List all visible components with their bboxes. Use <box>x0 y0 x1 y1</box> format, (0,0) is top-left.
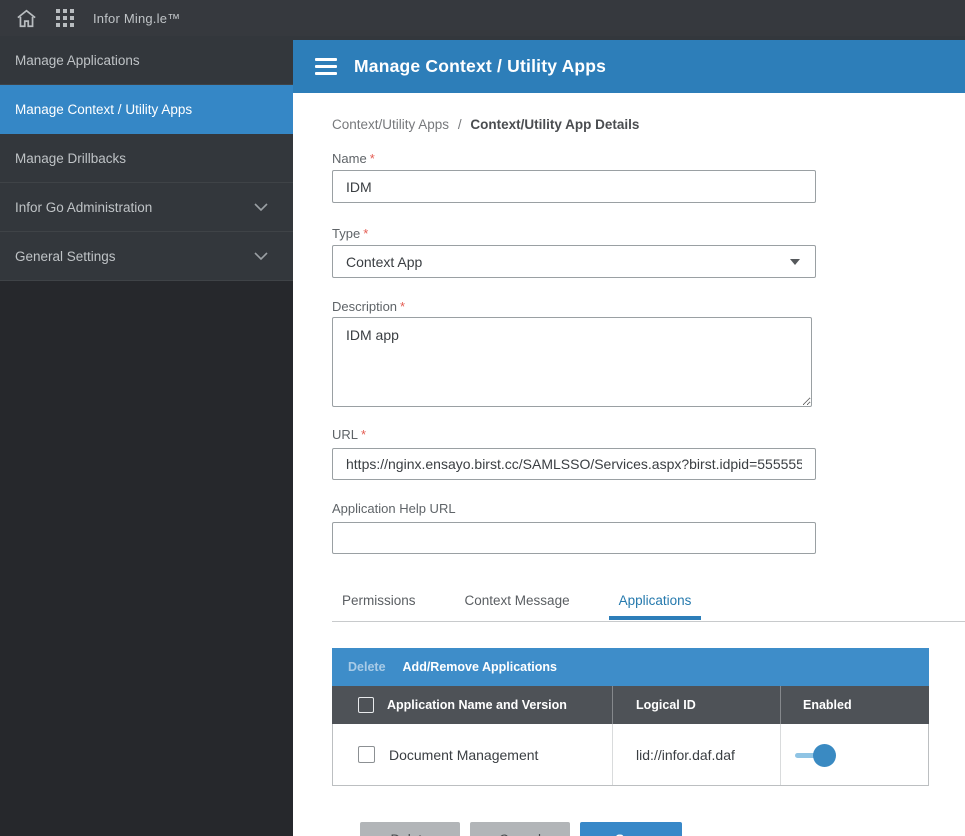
row-checkbox[interactable] <box>358 746 375 763</box>
table-header-row: Application Name and Version Logical ID … <box>332 686 929 724</box>
delete-button[interactable]: Delete <box>360 822 460 836</box>
tab-applications[interactable]: Applications <box>609 587 702 620</box>
tab-context-message[interactable]: Context Message <box>455 587 580 620</box>
breadcrumb: Context/Utility Apps / Context/Utility A… <box>332 117 639 132</box>
description-field[interactable]: IDM app <box>332 317 812 407</box>
sidebar-item-label: Manage Drillbacks <box>15 151 126 166</box>
tab-divider-line <box>332 621 965 622</box>
sidebar-item-label: General Settings <box>15 249 116 264</box>
tab-permissions[interactable]: Permissions <box>332 587 426 620</box>
app-title: Infor Ming.le™ <box>93 11 180 26</box>
topbar: Infor Ming.le™ <box>0 0 965 36</box>
app-grid-icon[interactable] <box>54 7 76 29</box>
sidebar-item-manage-applications[interactable]: Manage Applications <box>0 36 293 85</box>
sidebar-item-label: Infor Go Administration <box>15 200 152 215</box>
hamburger-menu-icon[interactable] <box>315 58 337 75</box>
table-row: Document Management lid://infor.daf.daf <box>332 724 929 786</box>
breadcrumb-separator: / <box>458 117 462 132</box>
sidebar-item-manage-context-utility-apps[interactable]: Manage Context / Utility Apps <box>0 85 293 134</box>
column-header: Application Name and Version <box>387 698 567 712</box>
sidebar-item-label: Manage Applications <box>15 53 140 68</box>
sidebar-item-label: Manage Context / Utility Apps <box>15 102 192 117</box>
dropdown-arrow-icon <box>790 259 800 265</box>
description-label: Description* <box>332 299 405 314</box>
column-header: Enabled <box>803 698 852 712</box>
home-icon[interactable] <box>15 7 37 29</box>
logical-id: lid://infor.daf.daf <box>636 747 735 763</box>
breadcrumb-current: Context/Utility App Details <box>470 117 639 132</box>
name-field[interactable] <box>332 170 816 203</box>
chevron-down-icon <box>253 248 269 264</box>
application-name: Document Management <box>389 747 538 763</box>
url-field[interactable] <box>332 448 816 480</box>
sidebar: Manage Applications Manage Context / Uti… <box>0 36 293 836</box>
type-label: Type* <box>332 226 368 241</box>
screen: Infor Ming.le™ Manage Applications Manag… <box>0 0 965 836</box>
cancel-button[interactable]: Cancel <box>470 822 570 836</box>
applications-table: Delete Add/Remove Applications Applicati… <box>332 648 929 786</box>
save-button[interactable]: Save <box>580 822 682 836</box>
help-url-field[interactable] <box>332 522 816 554</box>
type-select-value: Context App <box>346 254 422 270</box>
required-marker: * <box>400 299 405 314</box>
name-label: Name* <box>332 151 375 166</box>
add-remove-applications-action[interactable]: Add/Remove Applications <box>403 660 557 674</box>
select-all-checkbox[interactable] <box>358 697 374 713</box>
required-marker: * <box>370 151 375 166</box>
page-header: Manage Context / Utility Apps <box>293 36 965 93</box>
breadcrumb-parent[interactable]: Context/Utility Apps <box>332 117 449 132</box>
required-marker: * <box>361 427 366 442</box>
url-label: URL* <box>332 427 366 442</box>
table-toolbar: Delete Add/Remove Applications <box>332 648 929 686</box>
footer-buttons: Delete Cancel Save <box>360 822 682 836</box>
sidebar-item-manage-drillbacks[interactable]: Manage Drillbacks <box>0 134 293 183</box>
page-title: Manage Context / Utility Apps <box>354 56 606 77</box>
type-select[interactable]: Context App <box>332 245 816 278</box>
sidebar-item-general-settings[interactable]: General Settings <box>0 232 293 281</box>
required-marker: * <box>363 226 368 241</box>
help-url-label: Application Help URL <box>332 501 456 516</box>
chevron-down-icon <box>253 199 269 215</box>
tab-bar: Permissions Context Message Applications <box>332 587 965 627</box>
delete-action[interactable]: Delete <box>348 660 386 674</box>
content-panel: Context/Utility Apps / Context/Utility A… <box>293 93 965 836</box>
column-header: Logical ID <box>636 698 696 712</box>
sidebar-item-infor-go-administration[interactable]: Infor Go Administration <box>0 183 293 232</box>
enabled-toggle[interactable] <box>795 743 839 767</box>
